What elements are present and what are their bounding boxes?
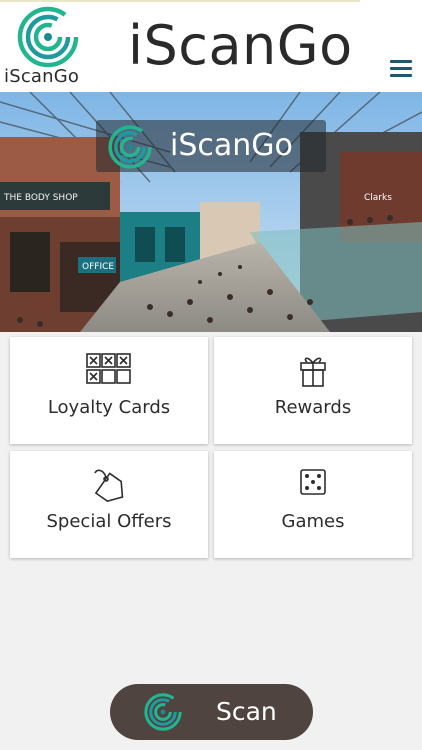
tile-rewards[interactable]: Rewards [214, 337, 412, 444]
logo-text: iScanGo [4, 66, 80, 87]
gift-box-icon [289, 353, 337, 387]
scan-button[interactable]: Scan [110, 684, 313, 740]
tile-label: Loyalty Cards [47, 397, 171, 418]
tile-special-offers[interactable]: Special Offers [10, 451, 208, 558]
iscango-logo-icon [17, 6, 79, 68]
dice-icon [289, 467, 337, 501]
hamburger-menu-icon[interactable] [390, 60, 412, 80]
loyalty-cards-grid-icon [85, 353, 133, 387]
shop-sign-text: THE BODY SHOP [3, 193, 78, 203]
tile-label: Games [281, 511, 345, 532]
scan-button-label: Scan [216, 697, 277, 726]
office-sign-text: OFFICE [82, 262, 114, 272]
tile-label: Special Offers [46, 511, 172, 532]
hero-badge-text: iScanGo [170, 128, 293, 163]
app-logo[interactable]: iScanGo [4, 4, 92, 88]
app-title: iScanGo [128, 14, 353, 77]
tile-games[interactable]: Games [214, 451, 412, 558]
price-tag-icon [85, 467, 133, 502]
tile-loyalty-cards[interactable]: Loyalty Cards [10, 337, 208, 444]
clarks-sign-text: Clarks [364, 193, 392, 203]
iscango-logo-icon [108, 125, 152, 169]
iscango-logo-icon [144, 693, 182, 735]
hero-banner-image: THE BODY SHOP OFFICE Clarks iScanGo [0, 92, 422, 332]
tile-label: Rewards [274, 397, 352, 418]
app-header: iScanGo iScanGo [0, 0, 422, 92]
hero-brand-badge: iScanGo [96, 120, 326, 172]
status-divider [0, 0, 360, 2]
